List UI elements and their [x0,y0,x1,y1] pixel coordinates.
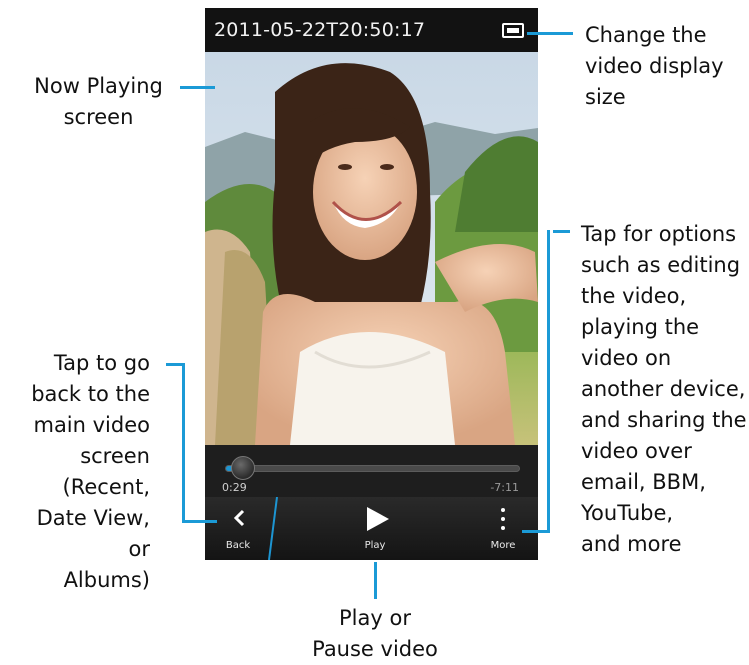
play-triangle-icon [367,507,389,531]
action-bar: Back Play More [205,497,538,560]
seek-bar[interactable]: 0:29 -7:11 [205,445,538,497]
leader-back-vertical [182,363,185,523]
callout-line: back to the [31,382,150,406]
callout-line: (Recent, [62,475,150,499]
video-image [205,52,538,445]
leader-options-vertical [547,230,550,533]
callout-back: Tap to go back to the main video screen … [10,348,150,596]
callout-line: Pause video [312,637,438,661]
display-size-icon[interactable] [502,22,524,38]
callout-line: screen [63,105,134,129]
leader-now-playing [180,86,215,89]
callout-line: Date View, or [36,506,150,561]
callout-line: such as editing [581,253,741,277]
callout-line: size [585,85,626,109]
video-frame[interactable] [205,52,538,445]
callout-line: another device, [581,377,746,401]
remaining-time: -7:11 [490,481,519,494]
callout-options: Tap for options such as editing the vide… [581,219,747,560]
callout-play: Play or Pause video [300,603,450,665]
back-divider [268,497,278,560]
vertical-dots-icon [501,508,505,530]
video-timestamp: 2011-05-22T20:50:17 [214,19,426,41]
video-player-screen: 2011-05-22T20:50:17 0:29 -7:11 Back Play… [205,8,538,560]
leader-back-top [166,363,183,366]
more-button[interactable]: More [473,497,533,560]
callout-line: and sharing the [581,408,747,432]
callout-line: screen [80,444,150,468]
leader-back-bottom [182,520,217,523]
title-bar: 2011-05-22T20:50:17 [205,8,538,52]
callout-line: video over [581,439,692,463]
callout-line: playing the [581,315,700,339]
play-button[interactable]: Play [335,497,415,560]
more-label: More [490,540,516,551]
elapsed-time: 0:29 [222,481,247,494]
callout-line: email, BBM, [581,470,706,494]
callout-line: Albums) [63,568,150,592]
leader-options-top [553,230,570,233]
callout-line: Tap to go [53,351,150,375]
callout-now-playing: Now Playing screen [26,71,171,133]
callout-line: YouTube, [581,501,674,525]
callout-line: main video [33,413,150,437]
chevron-left-icon [233,509,245,527]
callout-line: and more [581,532,682,556]
seek-handle[interactable] [230,456,255,480]
callout-line: the video, [581,284,687,308]
leader-play [374,562,377,599]
callout-display-size: Change the video display size [585,20,724,113]
callout-line: video display [585,54,724,78]
callout-line: Now Playing [34,74,163,98]
seek-track[interactable] [225,465,520,472]
leader-display-size [527,32,573,35]
callout-line: Tap for options [581,222,737,246]
callout-line: Change the [585,23,707,47]
callout-line: video on [581,346,672,370]
back-label: Back [225,540,251,551]
leader-options-bottom [522,530,550,533]
callout-line: Play or [339,606,411,630]
play-label: Play [364,540,386,551]
back-button[interactable]: Back [205,497,271,560]
